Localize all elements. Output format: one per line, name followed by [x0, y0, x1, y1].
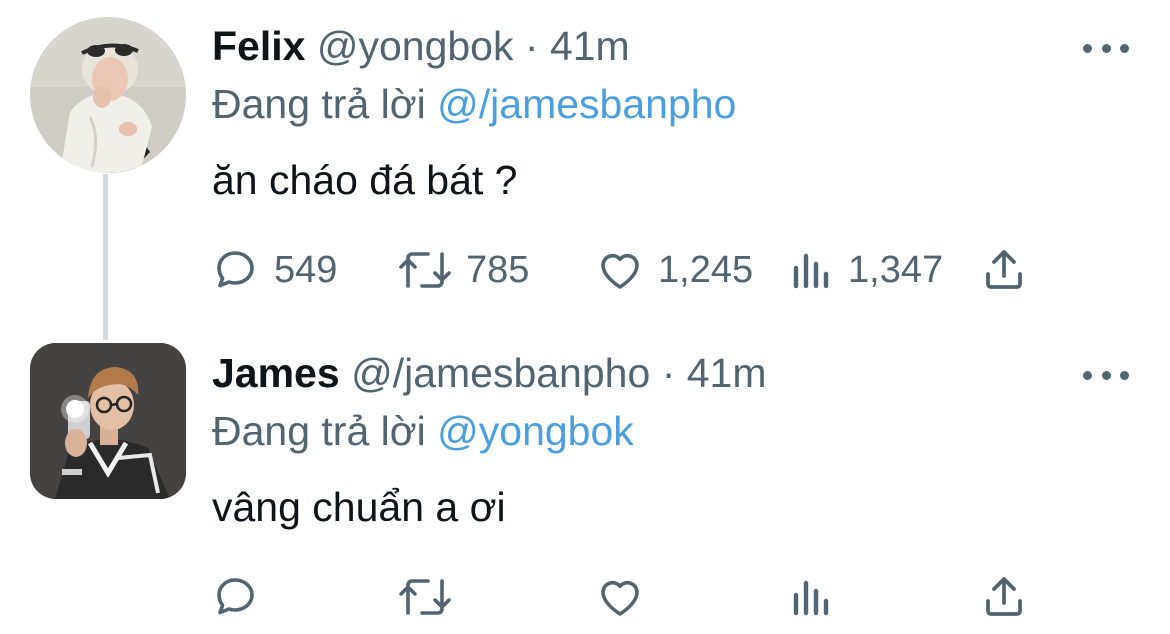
more-dot: [1120, 370, 1129, 380]
tweet-actions: [212, 567, 1042, 627]
user-handle[interactable]: @yongbok: [317, 23, 514, 69]
reply-button[interactable]: 549: [212, 240, 337, 300]
replying-to-label: Đang trả lời: [212, 408, 426, 454]
views-button[interactable]: [790, 567, 848, 627]
tweet-thread: Felix @yongbok · 41m Đang trả lời @/jame…: [0, 0, 1170, 634]
display-name[interactable]: Felix: [212, 23, 305, 69]
display-name[interactable]: James: [212, 350, 340, 396]
views-button[interactable]: 1,347: [790, 240, 943, 300]
avatar-james-image: [30, 343, 186, 499]
tweet-text: ăn cháo đá bát ?: [212, 157, 518, 203]
separator-dot: ·: [524, 23, 539, 69]
tweet-header: James @/jamesbanpho · 41m: [212, 348, 767, 398]
tweet-felix[interactable]: Felix @yongbok · 41m Đang trả lời @/jame…: [0, 0, 1170, 335]
tweet-header: Felix @yongbok · 41m: [212, 21, 630, 71]
separator-dot: ·: [661, 350, 676, 396]
tweet-actions: 549 785 1,245 1,347: [212, 240, 1042, 300]
share-upload-icon: [982, 573, 1026, 621]
speech-bubble-icon: [212, 573, 260, 621]
bar-chart-icon: [790, 246, 834, 294]
more-options-button[interactable]: [1083, 363, 1129, 387]
replying-to-line: Đang trả lời @/jamesbanpho: [212, 78, 736, 130]
timestamp[interactable]: 41m: [550, 23, 630, 69]
views-count: 1,347: [848, 248, 944, 291]
heart-icon: [596, 573, 644, 621]
share-upload-icon: [982, 246, 1026, 294]
more-dot: [1120, 43, 1129, 53]
share-button[interactable]: [982, 567, 1026, 627]
user-handle[interactable]: @/jamesbanpho: [351, 350, 650, 396]
avatar-felix-image: [30, 17, 186, 173]
retweet-button[interactable]: 785: [398, 240, 529, 300]
replying-to-line: Đang trả lời @yongbok: [212, 405, 634, 457]
retweet-arrows-icon: [398, 573, 452, 621]
avatar[interactable]: [30, 343, 186, 499]
like-button[interactable]: [596, 567, 658, 627]
replying-to-label: Đang trả lời: [212, 81, 426, 127]
like-count: 1,245: [658, 248, 754, 291]
tweet-text: vâng chuẩn a ơi: [212, 484, 506, 530]
more-horizontal-icon: [1083, 43, 1092, 53]
bar-chart-icon: [790, 573, 834, 621]
more-dot: [1101, 43, 1111, 53]
more-options-button[interactable]: [1083, 36, 1129, 60]
speech-bubble-icon: [212, 246, 260, 294]
avatar[interactable]: [30, 17, 186, 173]
like-button[interactable]: 1,245: [596, 240, 753, 300]
more-dot: [1101, 370, 1111, 380]
tweet-james[interactable]: James @/jamesbanpho · 41m Đang trả lời @…: [0, 335, 1170, 634]
reply-count: 549: [274, 248, 338, 291]
retweet-count: 785: [466, 248, 530, 291]
retweet-button[interactable]: [398, 567, 466, 627]
more-horizontal-icon: [1083, 370, 1092, 380]
share-button[interactable]: [982, 240, 1026, 300]
timestamp[interactable]: 41m: [687, 350, 767, 396]
heart-icon: [596, 246, 644, 294]
reply-button[interactable]: [212, 567, 274, 627]
replying-to-mention[interactable]: @yongbok: [437, 408, 634, 454]
retweet-arrows-icon: [398, 246, 452, 294]
replying-to-mention[interactable]: @/jamesbanpho: [437, 81, 736, 127]
